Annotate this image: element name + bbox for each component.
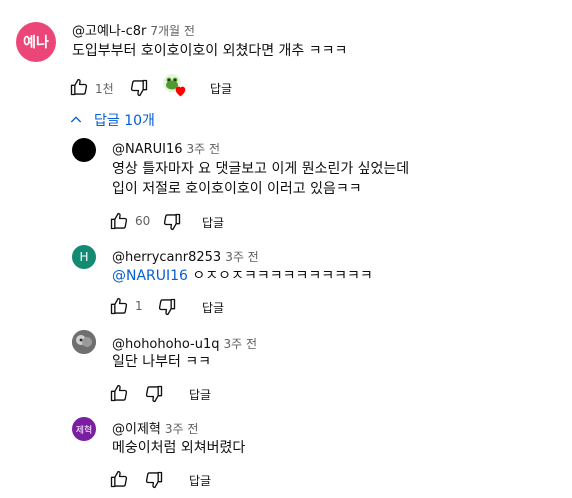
thumb-down-icon <box>145 385 163 403</box>
thumb-up-icon <box>110 212 128 230</box>
dislike-button[interactable] <box>143 383 165 405</box>
reply-header: @이제혁 3주 전 <box>112 418 198 437</box>
timestamp[interactable]: 3주 전 <box>225 250 259 264</box>
reply-button[interactable]: 답글 <box>210 80 232 97</box>
reply-header: @hohohoho-u1q 3주 전 <box>112 333 257 352</box>
avatar[interactable]: H <box>72 245 96 269</box>
dislike-button[interactable] <box>143 469 165 491</box>
author-handle[interactable]: @NARUI16 <box>112 142 183 157</box>
thumb-up-icon <box>70 78 88 96</box>
like-button[interactable] <box>108 468 130 490</box>
thumb-down-icon <box>158 298 176 316</box>
profile-photo-icon <box>72 330 96 354</box>
reply-text: 메숭이처럼 외쳐버렸다 <box>112 440 246 456</box>
dislike-button[interactable] <box>161 211 183 233</box>
reply-button[interactable]: 답글 <box>189 386 211 403</box>
reply-button[interactable]: 답글 <box>202 299 224 316</box>
author-handle[interactable]: @고예나-c8r <box>72 24 146 39</box>
thumb-up-icon <box>110 470 128 488</box>
thumb-down-icon <box>163 213 181 231</box>
avatar[interactable] <box>72 330 96 354</box>
like-count: 1천 <box>95 82 114 96</box>
author-handle[interactable]: @hohohoho-u1q <box>112 337 219 352</box>
reply-text: 일단 나부터 ㅋㅋ <box>112 354 212 370</box>
reply-button[interactable]: 답글 <box>189 472 211 489</box>
timestamp[interactable]: 7개월 전 <box>150 24 195 38</box>
heart-icon <box>175 86 186 97</box>
thumb-down-icon <box>130 79 148 97</box>
replies-toggle[interactable]: 답글 10개 <box>68 110 155 130</box>
dislike-button[interactable] <box>128 77 150 99</box>
like-button[interactable] <box>108 210 130 232</box>
reply-button[interactable]: 답글 <box>202 214 224 231</box>
avatar[interactable] <box>72 138 96 162</box>
timestamp[interactable]: 3주 전 <box>223 337 257 351</box>
comment-header: @고예나-c8r 7개월 전 <box>72 20 195 39</box>
like-button[interactable] <box>108 382 130 404</box>
reply-header: @herrycanr8253 3주 전 <box>112 246 259 265</box>
timestamp[interactable]: 3주 전 <box>165 422 199 436</box>
reply-header: @NARUI16 3주 전 <box>112 138 220 157</box>
reply-text-line: 입이 저절로 호이호이호이 이러고 있음ㅋㅋ <box>112 181 362 197</box>
chevron-up-icon <box>70 116 82 123</box>
like-button[interactable] <box>68 76 90 98</box>
thumb-up-icon <box>110 384 128 402</box>
thumb-down-icon <box>145 471 163 489</box>
author-handle[interactable]: @이제혁 <box>112 422 161 437</box>
comment-text: 도입부부터 호이호이호이 외쳤다면 개추 ㅋㅋㅋ <box>72 43 348 59</box>
avatar[interactable]: 예나 <box>16 22 56 62</box>
creator-heart-badge <box>163 74 189 100</box>
avatar[interactable]: 제혁 <box>72 417 96 441</box>
like-button[interactable] <box>108 295 130 317</box>
dislike-button[interactable] <box>156 296 178 318</box>
like-count: 60 <box>135 214 151 228</box>
author-handle[interactable]: @herrycanr8253 <box>112 250 221 265</box>
like-count: 1 <box>135 299 143 313</box>
mention-link[interactable]: @NARUI16 <box>112 268 188 284</box>
thumb-up-icon <box>110 297 128 315</box>
reply-text-line: 영상 틀자마자 요 댓글보고 이게 뭔소린가 싶었는데 <box>112 161 410 177</box>
reply-text: @NARUI16 ㅇㅈㅇㅈㅋㅋㅋㅋㅋㅋㅋㅋㅋㅋ <box>112 268 373 284</box>
timestamp[interactable]: 3주 전 <box>187 142 221 156</box>
